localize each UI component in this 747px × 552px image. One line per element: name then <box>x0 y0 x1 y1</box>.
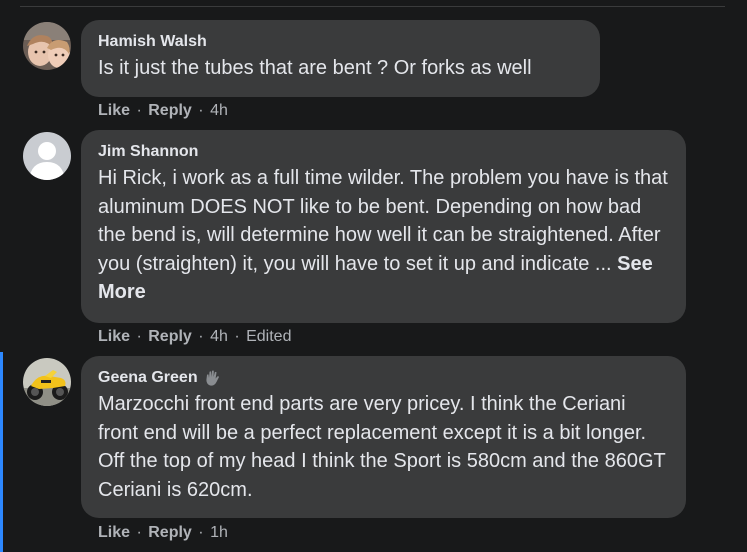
comment-3-bubble: Geena Green Marzocchi front end parts ar… <box>81 356 686 518</box>
comment-2-bubble: Jim Shannon Hi Rick, i work as a full ti… <box>81 130 686 323</box>
comment-3-timestamp[interactable]: 1h <box>210 524 228 541</box>
child-photo-avatar-icon <box>23 22 71 70</box>
comment-1-avatar[interactable] <box>23 22 71 70</box>
comment-2-text: Hi Rick, i work as a full time wilder. T… <box>98 167 668 275</box>
comment-1-actions: Like · Reply · 4h <box>98 101 228 121</box>
comment-1-text: Is it just the tubes that are bent ? Or … <box>98 57 532 79</box>
comment-2-like-button[interactable]: Like <box>98 328 130 345</box>
comment-2-text-container: Hi Rick, i work as a full time wilder. T… <box>98 164 670 307</box>
comment-3-actions: Like · Reply · 1h <box>98 523 228 543</box>
reply-thread-line <box>0 352 3 552</box>
separator: · <box>136 524 142 541</box>
comment-3-reply-button[interactable]: Reply <box>148 524 192 541</box>
comment-1-timestamp[interactable]: 4h <box>210 102 228 119</box>
waving-hand-icon <box>204 369 222 387</box>
comment-1-author[interactable]: Hamish Walsh <box>98 32 207 52</box>
default-person-avatar-icon <box>23 132 71 180</box>
comment-3-like-button[interactable]: Like <box>98 524 130 541</box>
comment-3-text: Marzocchi front end parts are very price… <box>98 393 666 501</box>
comment-2-author[interactable]: Jim Shannon <box>98 142 198 162</box>
comment-3-author[interactable]: Geena Green <box>98 368 198 388</box>
comment-2-reply-button[interactable]: Reply <box>148 328 192 345</box>
separator: · <box>136 102 142 119</box>
comment-2-avatar[interactable] <box>23 132 71 180</box>
comment-2-edited-label[interactable]: Edited <box>246 328 291 345</box>
comment-2-timestamp[interactable]: 4h <box>210 328 228 345</box>
top-divider <box>20 6 725 7</box>
comment-1-bubble: Hamish Walsh Is it just the tubes that a… <box>81 20 600 97</box>
separator: · <box>234 328 240 345</box>
yellow-motorcycle-avatar-icon <box>23 358 71 406</box>
separator: · <box>198 102 204 119</box>
separator: · <box>198 524 204 541</box>
separator: · <box>136 328 142 345</box>
comment-3-avatar[interactable] <box>23 358 71 406</box>
comment-2-actions: Like · Reply · 4h · Edited <box>98 327 291 347</box>
comment-1-like-button[interactable]: Like <box>98 102 130 119</box>
separator: · <box>198 328 204 345</box>
comment-1-reply-button[interactable]: Reply <box>148 102 192 119</box>
